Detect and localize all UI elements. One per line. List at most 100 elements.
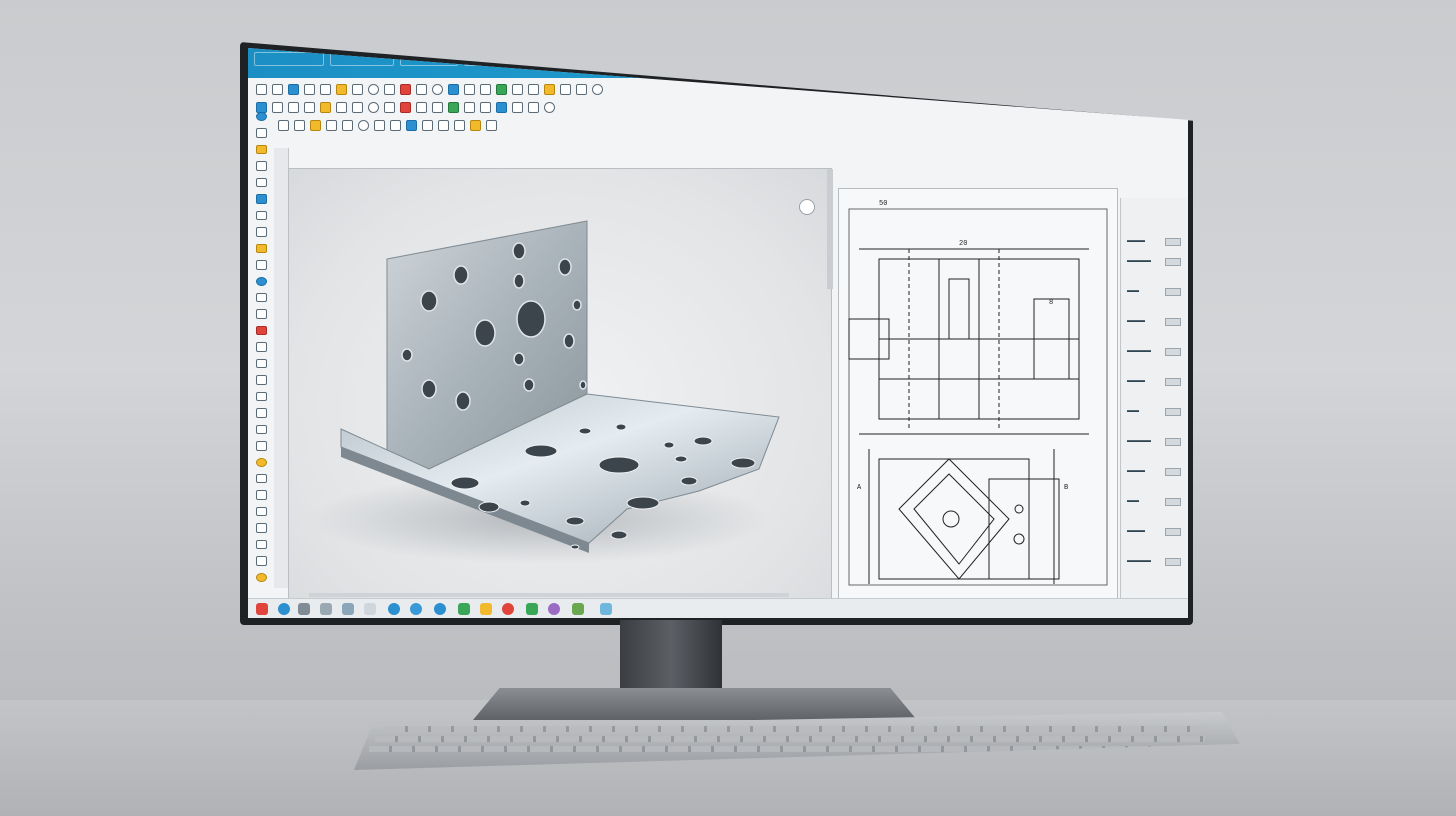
search-icon[interactable] (298, 603, 310, 615)
balloon-icon[interactable] (326, 120, 337, 131)
sketch-plane-icon[interactable] (255, 177, 267, 188)
rib-icon[interactable] (432, 102, 443, 113)
pattern-icon[interactable] (496, 84, 507, 95)
cut-icon[interactable] (400, 102, 411, 113)
app-icon-7[interactable] (572, 603, 584, 615)
part-icon[interactable] (255, 161, 267, 171)
property-row[interactable]: ▬▬▬ (1127, 378, 1145, 384)
plane-icon[interactable] (255, 260, 267, 270)
revolve-icon[interactable] (416, 84, 427, 95)
sheet-icon[interactable] (255, 358, 267, 369)
app-icon-6[interactable] (548, 603, 560, 615)
files-icon[interactable] (342, 603, 354, 615)
arc-tool-icon[interactable] (368, 102, 379, 113)
open-file-icon[interactable] (272, 84, 283, 95)
app-icon-2[interactable] (410, 603, 422, 615)
assembly-icon[interactable] (448, 102, 459, 113)
home-icon[interactable] (255, 112, 267, 122)
property-row[interactable]: ▬▬▬ (1127, 468, 1145, 474)
undo-icon[interactable] (304, 84, 315, 95)
simulation-icon[interactable] (255, 506, 267, 517)
bend-icon[interactable] (560, 84, 571, 95)
rectangle-tool-icon[interactable] (384, 84, 395, 95)
app-icon-8[interactable] (600, 603, 612, 615)
point-icon[interactable] (255, 243, 267, 254)
circle-tool-icon[interactable] (368, 84, 379, 95)
title-tab[interactable] (254, 52, 324, 66)
redo-icon[interactable] (320, 84, 331, 95)
view-orient-icon[interactable] (528, 102, 539, 113)
windows-start-icon[interactable] (256, 603, 268, 615)
property-field[interactable] (1165, 558, 1181, 566)
sheet-metal-icon[interactable] (544, 84, 555, 95)
dimension-icon[interactable] (320, 102, 331, 113)
export-icon[interactable] (255, 523, 267, 533)
axis-icon[interactable] (255, 227, 267, 237)
property-row[interactable]: ▬▬▬▬ (1127, 558, 1151, 564)
light-icon[interactable] (255, 457, 267, 467)
3d-viewport[interactable] (288, 168, 833, 600)
motion-icon[interactable] (255, 490, 267, 500)
flat-pattern-icon[interactable] (255, 391, 267, 402)
mate-icon[interactable] (464, 102, 475, 113)
scale-icon[interactable] (304, 102, 315, 113)
property-row[interactable]: ▬▬ (1127, 408, 1139, 414)
chrome-icon[interactable] (502, 603, 514, 615)
property-row[interactable]: ▬▬ (1127, 288, 1139, 294)
bend-line-icon[interactable] (255, 375, 267, 385)
app-icon-5[interactable] (526, 603, 538, 615)
print-icon[interactable] (255, 539, 267, 550)
property-field[interactable] (1165, 498, 1181, 506)
settings-icon[interactable] (255, 572, 267, 583)
equation-icon[interactable] (255, 441, 267, 451)
pan-icon[interactable] (544, 102, 555, 113)
property-row[interactable]: ▬▬▬▬ (1127, 438, 1151, 444)
chamfer-icon[interactable] (464, 84, 475, 95)
tolerance-icon[interactable] (406, 120, 417, 131)
property-row[interactable]: ▬▬▬ (1127, 318, 1145, 324)
config-icon[interactable] (255, 424, 267, 435)
property-field[interactable] (1165, 258, 1181, 266)
mirror-icon[interactable] (480, 84, 491, 95)
sketch-icon[interactable] (336, 84, 347, 95)
history-icon[interactable] (255, 292, 267, 303)
zoom-icon[interactable] (592, 84, 603, 95)
property-row[interactable]: ▬▬ (1127, 498, 1139, 504)
notes-icon[interactable] (364, 603, 376, 615)
fillet-icon[interactable] (448, 84, 459, 95)
body-icon[interactable] (255, 342, 267, 352)
drawing-view-icon[interactable] (480, 102, 491, 113)
folder-icon[interactable] (480, 603, 492, 615)
datum-icon[interactable] (390, 120, 401, 131)
material-icon[interactable] (512, 102, 523, 113)
layer-icon[interactable] (438, 120, 449, 131)
camera-icon[interactable] (255, 473, 267, 484)
center-mark-icon[interactable] (358, 120, 369, 131)
property-field[interactable] (1165, 438, 1181, 446)
warning-icon[interactable] (470, 120, 481, 131)
save-icon[interactable] (288, 84, 299, 95)
app-icon-3[interactable] (434, 603, 446, 615)
property-field[interactable] (1165, 378, 1181, 386)
hatch-icon[interactable] (422, 120, 433, 131)
folder-icon[interactable] (255, 144, 267, 155)
constraint-icon[interactable] (336, 102, 347, 113)
property-field[interactable] (1165, 348, 1181, 356)
hole-table-icon[interactable] (255, 408, 267, 418)
property-field[interactable] (1165, 288, 1181, 296)
render-icon[interactable] (496, 102, 507, 113)
extrude-icon[interactable] (400, 84, 411, 95)
offset-icon[interactable] (352, 102, 363, 113)
feature-icon[interactable] (255, 194, 267, 204)
measure-icon[interactable] (512, 84, 523, 95)
annotation-icon[interactable] (278, 120, 289, 131)
surface-finish-icon[interactable] (374, 120, 385, 131)
origin-icon[interactable] (255, 210, 267, 221)
new-file-icon[interactable] (256, 84, 267, 95)
property-field[interactable] (1165, 468, 1181, 476)
error-icon[interactable] (255, 325, 267, 336)
table-icon[interactable] (342, 120, 353, 131)
properties-icon[interactable] (486, 120, 497, 131)
line-tool-icon[interactable] (352, 84, 363, 95)
app-icon-1[interactable] (388, 603, 400, 615)
